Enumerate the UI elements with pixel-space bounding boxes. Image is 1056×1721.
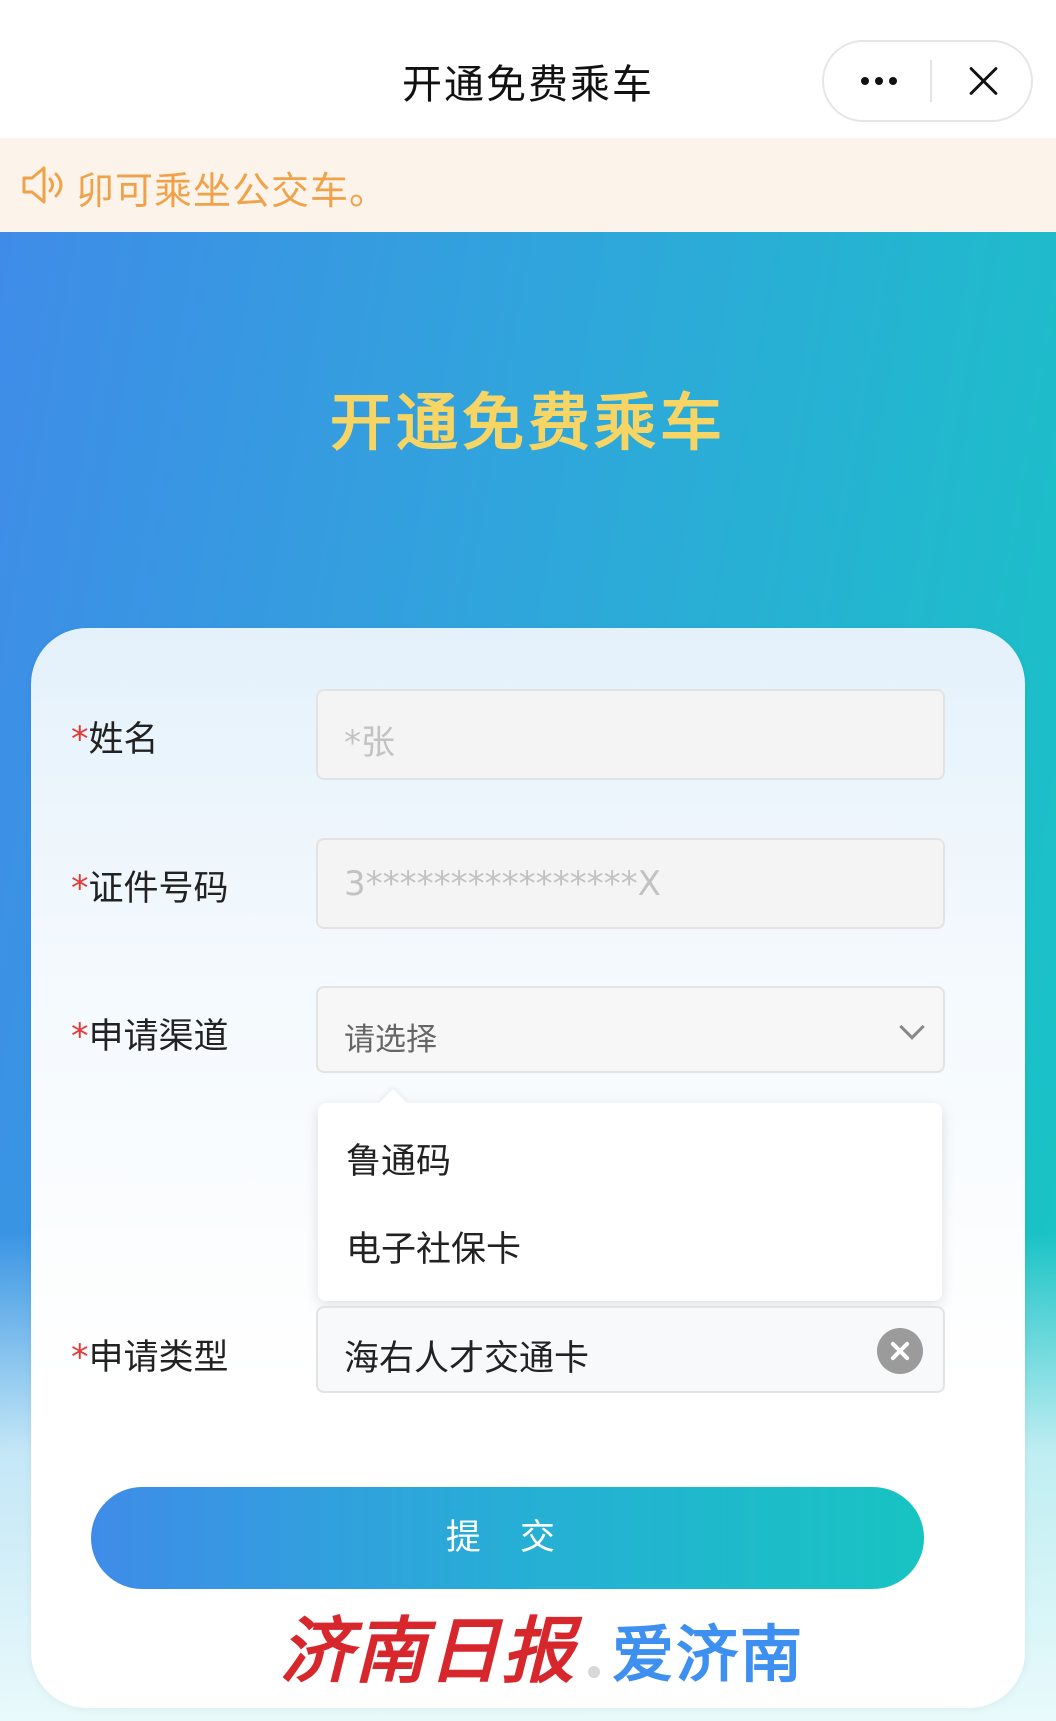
channel-placeholder: 请选择 [344, 1022, 437, 1058]
channel-dropdown: 鲁通码 电子社保卡 [318, 1088, 942, 1301]
name-value: *张 [344, 723, 395, 763]
name-field[interactable]: *张 [316, 689, 945, 780]
required-mark: * [71, 1017, 89, 1057]
type-label-text: 申请类型 [88, 1338, 229, 1378]
channel-select[interactable]: 请选择 [316, 986, 945, 1073]
type-field[interactable]: 海右人才交通卡 [316, 1306, 945, 1393]
name-label: *姓名 [71, 711, 159, 762]
channel-label-text: 申请渠道 [88, 1017, 229, 1057]
required-mark: * [71, 1338, 89, 1378]
notice-text: 卯可乘坐公交车。 [76, 169, 389, 213]
required-mark: * [71, 869, 89, 909]
watermark-app: 爱济南 [612, 1618, 805, 1691]
type-label: *申请类型 [71, 1329, 229, 1380]
name-label-text: 姓名 [88, 720, 159, 760]
id-number-value: 3****************X [344, 864, 661, 904]
option-lutongma[interactable]: 鲁通码 [346, 1133, 451, 1184]
id-number-label-text: 证件号码 [88, 869, 229, 909]
watermark-newspaper: 济南日报 [280, 1608, 577, 1693]
id-number-label: *证件号码 [71, 860, 229, 911]
id-number-field[interactable]: 3****************X [316, 838, 945, 929]
hero-title: 开通免费乘车 [329, 386, 726, 459]
mini-program-capsule [822, 40, 1033, 122]
clear-icon[interactable] [877, 1328, 923, 1374]
channel-label: *申请渠道 [71, 1008, 229, 1059]
close-icon[interactable] [934, 42, 1034, 120]
submit-button[interactable]: 提 交 [91, 1487, 924, 1589]
watermark-logo: 济南日报 爱济南 [280, 1592, 805, 1693]
capsule-divider [930, 60, 932, 102]
type-value: 海右人才交通卡 [344, 1339, 590, 1379]
notice-bar: 卯可乘坐公交车。 [0, 138, 1056, 232]
title-bar: 开通免费乘车 [0, 0, 1056, 138]
chevron-down-icon [899, 1014, 925, 1040]
required-mark: * [71, 720, 89, 760]
option-social-security-card[interactable]: 电子社保卡 [346, 1221, 521, 1272]
watermark-dot [588, 1665, 601, 1678]
more-dots-icon[interactable] [824, 42, 934, 120]
speaker-icon [22, 166, 63, 204]
